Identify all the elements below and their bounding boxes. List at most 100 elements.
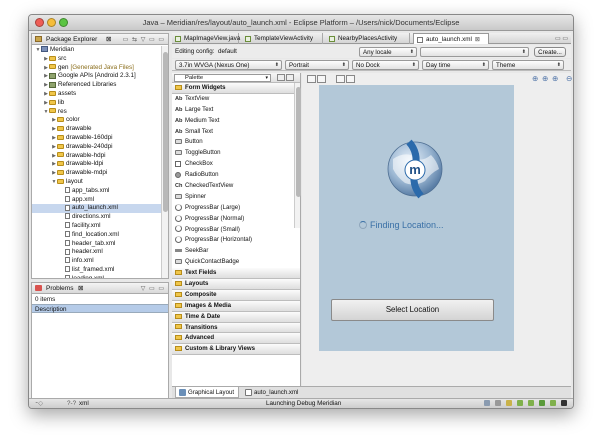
tree-item[interactable]: app.xml xyxy=(32,196,161,205)
zoom-out-icon[interactable]: ⊖ xyxy=(566,74,572,83)
tree-item[interactable]: header_tab.xml xyxy=(32,240,161,249)
tree-item[interactable]: ▶ drawable-160dpi xyxy=(32,134,161,143)
problems-column-header[interactable]: Description xyxy=(32,304,168,313)
device-screen[interactable]: m Finding Location... Select Location xyxy=(319,85,514,351)
tree-item[interactable]: header.xml xyxy=(32,248,161,257)
tree-scrollbar[interactable] xyxy=(161,46,168,278)
debug-icon[interactable] xyxy=(506,400,513,407)
palette-widget[interactable]: Ab Medium Text xyxy=(172,116,300,127)
android-sdk-icon[interactable] xyxy=(517,400,524,407)
palette-category[interactable]: Time & Date xyxy=(172,311,300,323)
palette-category[interactable]: Advanced xyxy=(172,333,300,345)
problems-close-icon[interactable]: ⊠ xyxy=(78,284,83,292)
select-location-button[interactable]: Select Location xyxy=(331,299,494,321)
palette-widget[interactable]: ProgressBar (Normal) xyxy=(172,214,300,225)
device-select[interactable]: 3.7in WVGA (Nexus One) ⬍ xyxy=(175,60,282,70)
tree-item[interactable]: facility.xml xyxy=(32,222,161,231)
tree-item[interactable]: ▶ drawable-240dpi xyxy=(32,143,161,152)
zoom-real-size-icon[interactable]: ⊕ xyxy=(532,74,538,83)
palette-widget[interactable]: Ab Large Text xyxy=(172,105,300,116)
locale-select[interactable]: Any locale ⬍ xyxy=(359,47,417,57)
fill-height-icon[interactable] xyxy=(346,75,355,83)
android-avd-icon[interactable] xyxy=(528,400,535,407)
zoom-in-icon[interactable]: ⊕ xyxy=(552,74,558,83)
problems-tab[interactable]: Problems ⊠ ▽ ▭ ▭ xyxy=(32,283,168,294)
package-explorer-tab[interactable]: Package Explorer ⊠ ▭ ⇆ ▽ ▭ ▭ xyxy=(32,34,168,45)
palette-widget[interactable]: ProgressBar (Horizontal) xyxy=(172,235,300,246)
palette-icon-view-button[interactable] xyxy=(277,74,285,81)
tree-item[interactable]: ▶ lib xyxy=(32,99,161,108)
palette-widget[interactable]: ProgressBar (Small) xyxy=(172,225,300,236)
palette-scrollbar[interactable] xyxy=(294,83,301,228)
palette-widget[interactable]: Spinner xyxy=(172,192,300,203)
palette-list-view-button[interactable] xyxy=(286,74,294,81)
tree-item[interactable]: ▶ drawable-mdpi xyxy=(32,169,161,178)
orientation-select[interactable]: Portrait ⬍ xyxy=(285,60,349,70)
graphical-layout-tab[interactable]: Graphical Layout xyxy=(175,387,239,398)
palette-widget[interactable]: QuickContactBadge xyxy=(172,257,300,268)
tree-item[interactable]: ▶ drawable-hdpi xyxy=(32,152,161,161)
palette-category[interactable]: Form Widgets xyxy=(172,83,300,94)
tree-item[interactable]: directions.xml xyxy=(32,213,161,222)
palette-list[interactable]: Form Widgets Ab TextView Ab Large Text Ab Medi… xyxy=(172,83,300,386)
stop-icon[interactable] xyxy=(495,400,502,407)
tree-item[interactable]: find_location.xml xyxy=(32,231,161,240)
palette-category[interactable]: Transitions xyxy=(172,322,300,334)
palette-category[interactable]: Layouts xyxy=(172,279,300,290)
palette-widget[interactable]: RadioButton xyxy=(172,170,300,181)
palette-widget[interactable]: Ab Small Text xyxy=(172,127,300,138)
fill-width-icon[interactable] xyxy=(336,75,345,83)
tree-item[interactable]: ▼ Meridian xyxy=(32,46,161,55)
tree-item[interactable]: ▶ src xyxy=(32,55,161,64)
problems-view-menu-icons[interactable]: ▽ ▭ ▭ xyxy=(141,285,165,292)
palette-widget[interactable]: Ch CheckedTextView xyxy=(172,181,300,192)
palette-widget[interactable]: CheckBox xyxy=(172,159,300,170)
tree-item[interactable]: ▶ assets xyxy=(32,90,161,99)
palette-select[interactable]: Palette ▾ xyxy=(174,74,271,82)
palette-category[interactable]: Custom & Library Views xyxy=(172,344,300,356)
status-toolbar-icons[interactable] xyxy=(481,400,567,407)
config-name-select[interactable]: ⬍ xyxy=(420,47,529,57)
tree-item[interactable]: app_tabs.xml xyxy=(32,187,161,196)
tree-item[interactable]: ▶ color xyxy=(32,116,161,125)
package-explorer-close-icon[interactable]: ⊠ xyxy=(106,35,111,43)
palette-category[interactable]: Composite xyxy=(172,289,300,301)
editor-tab[interactable]: MapImageView.java xyxy=(172,33,240,44)
tree-item[interactable]: loading.xml xyxy=(32,275,161,278)
editor-tab[interactable]: auto_launch.xml ⊠ xyxy=(413,33,489,44)
progress-icon[interactable] xyxy=(484,400,491,407)
layout-height-toggle-icon[interactable] xyxy=(317,75,326,83)
tree-item[interactable]: info.xml xyxy=(32,257,161,266)
lint-icon[interactable] xyxy=(550,400,557,407)
tree-item[interactable]: ▶ drawable-ldpi xyxy=(32,160,161,169)
palette-category[interactable]: Text Fields xyxy=(172,268,300,280)
tree-item[interactable]: ▶ Referenced Libraries xyxy=(32,81,161,90)
palette-widget[interactable]: Button xyxy=(172,137,300,148)
run-icon[interactable] xyxy=(539,400,546,407)
create-config-button[interactable]: Create... xyxy=(534,47,566,57)
tree-item[interactable]: ▶ drawable xyxy=(32,125,161,134)
tree-scrollbar-thumb[interactable] xyxy=(163,52,168,212)
editor-maximize-icons[interactable]: ▭ ▭ xyxy=(555,35,568,42)
xml-source-tab[interactable]: auto_launch.xml xyxy=(242,387,304,398)
tree-item[interactable]: ▶ gen [Generated Java Files] xyxy=(32,64,161,73)
dock-select[interactable]: No Dock ⬍ xyxy=(352,60,419,70)
phone-icon[interactable] xyxy=(561,400,567,407)
editor-tab[interactable]: TemplateViewActivity xyxy=(242,33,323,44)
editor-tab[interactable]: NearbyPlacesActivity xyxy=(326,33,410,44)
palette-widget[interactable]: ToggleButton xyxy=(172,148,300,159)
close-tab-icon[interactable]: ⊠ xyxy=(475,37,480,43)
palette-widget[interactable]: ProgressBar (Large) xyxy=(172,203,300,214)
palette-scrollbar-thumb[interactable] xyxy=(295,87,301,197)
zoom-fit-icon[interactable]: ⊕ xyxy=(542,74,548,83)
tree-item[interactable]: auto_launch.xml xyxy=(32,204,161,214)
project-tree[interactable]: ▼ Meridian ▶ src ▶ gen [Generated Java Files] ▶… xyxy=(32,46,161,278)
palette-category[interactable]: Images & Media xyxy=(172,300,300,312)
layout-width-toggle-icon[interactable] xyxy=(307,75,316,83)
tree-item[interactable]: list_framed.xml xyxy=(32,266,161,275)
layout-canvas[interactable]: ⊕ ⊕ ⊕ ⊖ ⊖ xyxy=(302,73,572,386)
view-menu-icons[interactable]: ▭ ⇆ ▽ ▭ ▭ xyxy=(123,36,165,43)
palette-widget[interactable]: SeekBar xyxy=(172,246,300,257)
tree-item[interactable]: ▶ Google APIs [Android 2.3.1] xyxy=(32,72,161,81)
tree-item[interactable]: ▼ layout xyxy=(32,178,161,187)
